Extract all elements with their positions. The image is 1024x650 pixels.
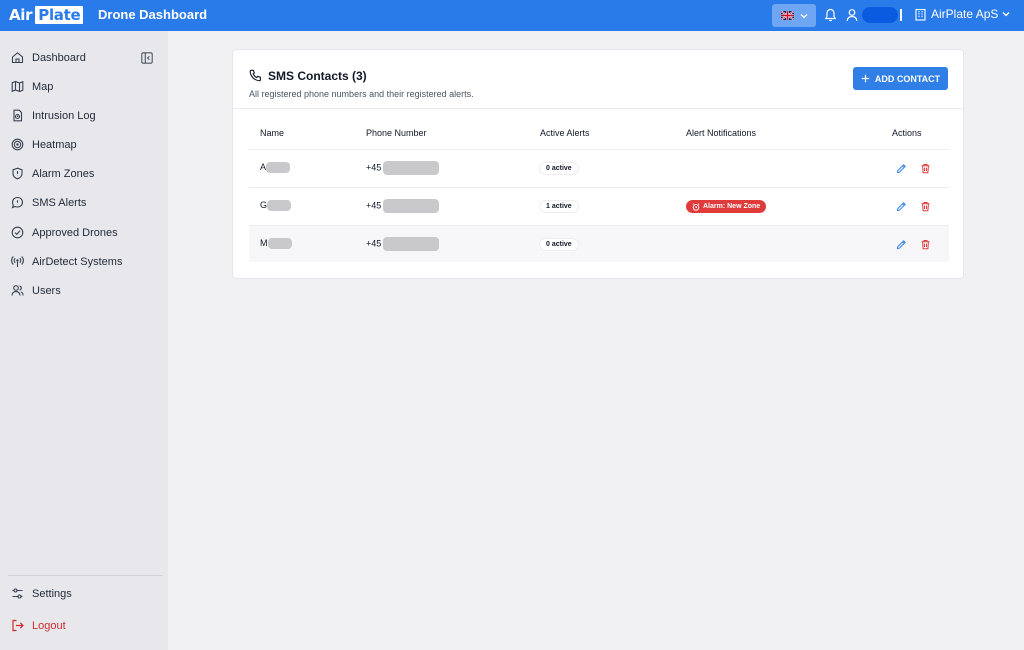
phone-redacted [383,237,440,251]
sidebar-item-intrusion-log[interactable]: Intrusion Log [0,105,168,127]
sidebar-item-dashboard[interactable]: Dashboard [0,47,168,69]
active-alerts-badge: 0 active [539,238,579,251]
header-divider [900,9,902,21]
language-selector[interactable] [772,4,816,27]
alarm-notification-badge: Alarm: New Zone [686,200,767,213]
sidebar-item-approved-drones[interactable]: Approved Drones [0,222,168,244]
edit-icon[interactable] [896,201,907,212]
table-row: G +45 1 active Alarm: New Zone [249,187,949,224]
sidebar-item-label: Users [32,285,61,297]
delete-icon[interactable] [920,163,931,174]
uk-flag-icon [780,11,794,20]
phone-prefix: +45 [366,200,382,211]
home-icon [11,52,24,64]
phone-redacted [383,161,440,175]
sidebar-item-label: Alarm Zones [32,168,95,180]
card-divider [233,108,963,109]
alarm-clock-icon [692,202,700,211]
contact-phone: +45 [366,161,440,175]
sidebar-item-label: Heatmap [32,139,77,151]
phone-prefix: +45 [366,162,382,173]
sidebar-item-label: AirDetect Systems [32,256,123,268]
log-icon [13,109,23,122]
user-icon[interactable] [846,8,858,22]
plus-icon [861,74,870,83]
sidebar-item-logout[interactable]: Logout [0,615,168,637]
sidebar-item-label: Logout [32,620,66,632]
phone-prefix: +45 [366,238,382,249]
logo-air-text: Air [9,6,33,24]
phone-icon [249,69,261,82]
antenna-icon [11,256,24,267]
sidebar: Dashboard Map Intrusion Log Heatmap Alar… [0,31,168,650]
chevron-down-icon [1002,12,1010,17]
user-name-redacted[interactable] [862,7,898,23]
building-icon [915,8,926,21]
column-header-actions: Actions [892,128,922,138]
sidebar-item-sms-alerts[interactable]: SMS Alerts [0,192,168,214]
name-redacted [267,200,292,212]
table-row: A +45 0 active [249,149,949,186]
bell-icon[interactable] [824,8,837,22]
column-header-name: Name [260,128,285,138]
map-icon [11,80,24,93]
table-row: M +45 0 active [249,225,949,262]
sidebar-item-users[interactable]: Users [0,280,168,302]
card-title: SMS Contacts (3) [268,69,367,83]
sidebar-item-alarm-zones[interactable]: Alarm Zones [0,163,168,185]
contact-phone: +45 [366,199,440,213]
top-bar: Air Plate Drone Dashboard AirPlate ApS [0,0,1024,31]
column-header-alert-notifications: Alert Notifications [686,128,757,138]
name-redacted [266,162,291,174]
sms-contacts-card: SMS Contacts (3) All registered phone nu… [232,49,964,279]
column-header-phone: Phone Number [366,128,427,138]
delete-icon[interactable] [920,201,931,212]
sidebar-item-label: Approved Drones [32,227,118,239]
sidebar-item-label: SMS Alerts [32,197,87,209]
name-initial: M [260,238,268,248]
sidebar-item-label: Map [32,81,54,93]
contact-name: M [260,238,292,250]
sidebar-item-label: Dashboard [32,52,86,64]
sidebar-divider [8,575,163,576]
active-alerts-badge: 1 active [539,200,579,213]
organization-name: AirPlate ApS [931,7,999,21]
edit-icon[interactable] [896,163,907,174]
sidebar-item-settings[interactable]: Settings [0,583,168,605]
alarm-notification-label: Alarm: New Zone [703,203,761,210]
logo-plate-text: Plate [35,6,84,24]
chevron-down-icon [800,13,807,18]
sidebar-item-map[interactable]: Map [0,76,168,98]
logout-icon [12,619,24,632]
organization-selector[interactable]: AirPlate ApS [914,7,1010,21]
contact-name: G [260,200,292,212]
contact-phone: +45 [366,237,440,251]
active-alerts-badge: 0 active [539,162,579,175]
users-icon [11,285,24,296]
sidebar-item-airdetect-systems[interactable]: AirDetect Systems [0,251,168,273]
edit-icon[interactable] [896,239,907,250]
sidebar-item-label: Settings [32,588,72,600]
target-icon [11,138,24,151]
shield-icon [12,167,23,180]
contact-name: A [260,162,291,174]
name-initial: G [260,200,268,210]
check-circle-icon [11,226,24,239]
message-icon [11,196,24,209]
delete-icon[interactable] [920,239,931,250]
name-redacted [267,238,292,250]
column-header-active-alerts: Active Alerts [540,128,590,138]
sliders-icon [12,588,23,599]
card-subtitle: All registered phone numbers and their r… [249,89,474,99]
app-title: Drone Dashboard [98,7,208,22]
phone-redacted [383,199,440,213]
add-contact-button[interactable]: ADD CONTACT [853,67,948,90]
sidebar-item-heatmap[interactable]: Heatmap [0,134,168,156]
airplate-logo[interactable]: Air Plate [9,6,84,24]
add-contact-label: ADD CONTACT [874,73,941,84]
sidebar-item-label: Intrusion Log [32,110,96,122]
